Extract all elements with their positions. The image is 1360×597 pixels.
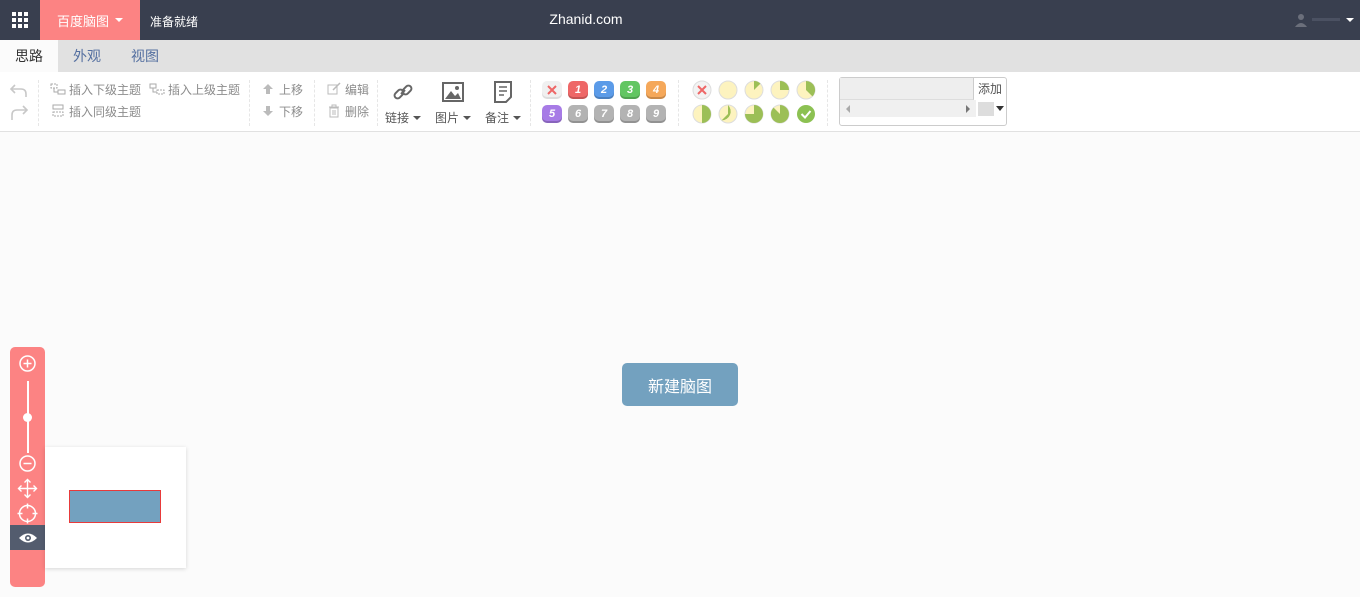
minimap-viewport[interactable] (69, 490, 161, 523)
undo-icon[interactable] (8, 80, 30, 100)
link-icon (393, 84, 413, 100)
tab-view[interactable]: 视图 (116, 40, 174, 72)
progress-5-icon[interactable] (718, 104, 738, 124)
insert-child-icon (50, 83, 66, 95)
move-up-button[interactable]: 上移 (260, 80, 303, 98)
progress-1-icon[interactable] (744, 80, 764, 100)
resource-scrollbar[interactable] (840, 100, 976, 117)
navigator-toggle-button[interactable] (10, 525, 45, 550)
zoom-panel (10, 347, 45, 587)
priority-7-button[interactable]: 7 (594, 105, 614, 123)
priority-1-button[interactable]: 1 (568, 81, 588, 99)
toolbar: 插入下级主题 插入上级主题 插入同级主题 上移 下移 编辑 删除 链接 图片 备… (0, 72, 1360, 132)
separator (678, 80, 679, 126)
caret-down-icon (513, 115, 521, 120)
priority-8-button[interactable]: 8 (620, 105, 640, 123)
link-button[interactable]: 链接 (380, 78, 426, 126)
resource-list-handle[interactable] (978, 102, 994, 116)
edit-icon (327, 82, 341, 95)
caret-down-icon[interactable] (996, 106, 1004, 111)
close-icon (547, 85, 557, 95)
navigator-minimap[interactable] (45, 447, 186, 568)
link-label: 链接 (384, 111, 409, 125)
tab-bar: 思路 外观 视图 (0, 40, 1360, 72)
insert-sibling-label: 插入同级主题 (69, 104, 142, 119)
insert-parent-icon (149, 83, 165, 95)
arrow-left-icon (846, 105, 850, 113)
progress-4-icon[interactable] (692, 104, 712, 124)
arrow-down-icon (263, 106, 273, 116)
priority-2-button[interactable]: 2 (594, 81, 614, 99)
mindmap-canvas[interactable]: 新建脑图 (0, 132, 1360, 597)
progress-6-icon[interactable] (744, 104, 764, 124)
resource-editor: 添加 (839, 77, 1007, 126)
note-button[interactable]: 备注 (480, 78, 526, 126)
trash-icon (329, 104, 339, 118)
edit-button[interactable]: 编辑 (326, 80, 369, 98)
separator (249, 80, 250, 126)
delete-button[interactable]: 删除 (326, 102, 369, 120)
insert-parent-label: 插入上级主题 (168, 82, 241, 97)
move-down-button[interactable]: 下移 (260, 102, 303, 120)
root-topic-node[interactable]: 新建脑图 (622, 363, 738, 406)
priority-5-button[interactable]: 5 (542, 105, 562, 123)
edit-label: 编辑 (345, 82, 370, 97)
move-hand-icon[interactable] (17, 478, 38, 499)
note-icon (494, 81, 512, 103)
priority-9-button[interactable]: 9 (646, 105, 666, 123)
zoom-in-icon[interactable] (17, 353, 38, 374)
priority-3-button[interactable]: 3 (620, 81, 640, 99)
image-button[interactable]: 图片 (430, 78, 476, 126)
eye-icon (18, 533, 37, 542)
image-icon (442, 82, 464, 102)
arrow-up-icon (263, 84, 273, 94)
insert-sibling-button[interactable]: 插入同级主题 (50, 102, 141, 120)
page-title: Zhanid.com (549, 11, 623, 27)
progress-remove-icon[interactable] (692, 80, 712, 100)
separator (827, 80, 828, 126)
separator (38, 80, 39, 126)
zoom-slider-handle[interactable] (23, 413, 32, 422)
priority-4-button[interactable]: 4 (646, 81, 666, 99)
priority-6-button[interactable]: 6 (568, 105, 588, 123)
user-name-placeholder (1312, 18, 1340, 21)
tab-idea[interactable]: 思路 (0, 40, 58, 72)
caret-down-icon (1346, 18, 1354, 22)
resource-input[interactable] (840, 78, 974, 100)
insert-child-label: 插入下级主题 (69, 82, 142, 97)
caret-down-icon (413, 115, 421, 120)
move-down-label: 下移 (279, 104, 304, 119)
insert-parent-button[interactable]: 插入上级主题 (149, 80, 240, 98)
arrow-right-icon (966, 105, 970, 113)
top-bar: 百度脑图 准备就绪 Zhanid.com (0, 0, 1360, 40)
progress-0-icon[interactable] (718, 80, 738, 100)
move-up-label: 上移 (279, 82, 304, 97)
caret-down-icon (463, 115, 471, 120)
delete-label: 删除 (345, 104, 370, 119)
priority-remove-button[interactable] (542, 81, 562, 99)
insert-child-button[interactable]: 插入下级主题 (50, 80, 141, 98)
zoom-out-icon[interactable] (17, 453, 38, 474)
insert-sibling-icon (52, 104, 64, 117)
user-icon (1295, 14, 1307, 27)
separator (377, 80, 378, 126)
user-menu[interactable] (1280, 0, 1360, 40)
locate-center-icon[interactable] (17, 503, 38, 524)
progress-3-icon[interactable] (796, 80, 816, 100)
progress-done-icon[interactable] (796, 104, 816, 124)
note-label: 备注 (484, 111, 509, 125)
resource-add-button[interactable]: 添加 (974, 78, 1006, 100)
tab-appearance[interactable]: 外观 (58, 40, 116, 72)
image-label: 图片 (434, 111, 459, 125)
progress-7-icon[interactable] (770, 104, 790, 124)
separator (314, 80, 315, 126)
separator (530, 80, 531, 126)
redo-icon[interactable] (8, 103, 30, 123)
progress-2-icon[interactable] (770, 80, 790, 100)
